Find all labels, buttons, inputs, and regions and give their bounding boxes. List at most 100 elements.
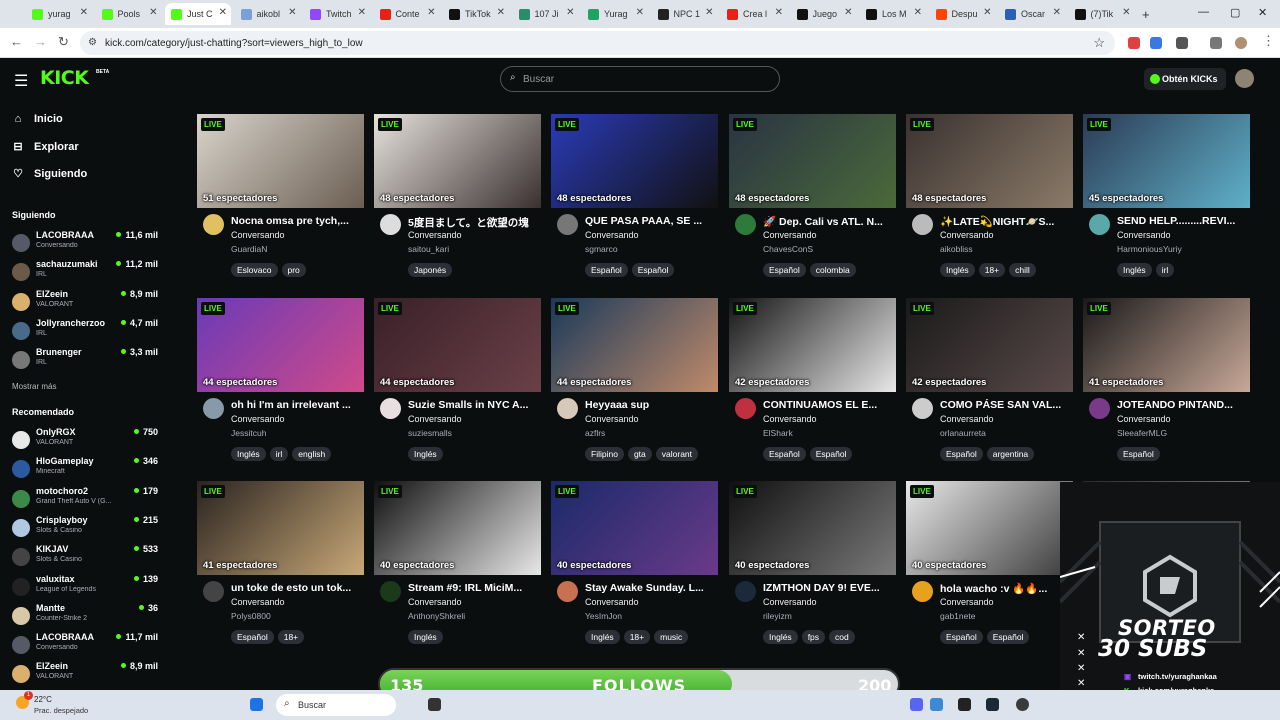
stream-category[interactable]: Conversando — [585, 597, 639, 607]
sidebar-channel[interactable]: ElZeein VALORANT 8,9 mil — [12, 289, 162, 317]
sidebar-channel[interactable]: KIKJAV Slots & Casino 533 — [12, 544, 162, 572]
stream-tag[interactable]: 18+ — [623, 630, 651, 644]
stream-category[interactable]: Conversando — [231, 597, 285, 607]
stream-card[interactable]: LIVE 44 espectadores Suzie Smalls in NYC A… — [374, 298, 541, 478]
streamer-avatar[interactable] — [557, 214, 578, 235]
sidebar-channel[interactable]: ElZeein VALORANT 8,9 mil — [12, 661, 162, 689]
close-tab-icon[interactable]: ✕ — [1053, 7, 1061, 18]
stream-tag[interactable]: Filipino — [585, 447, 624, 461]
stream-thumbnail[interactable]: LIVE 40 espectadores — [374, 481, 541, 575]
stream-title[interactable]: Nocna omsa pre tych,... — [231, 215, 364, 227]
sidebar-channel[interactable]: sachauzumaki IRL 11,2 mil — [12, 259, 162, 287]
stream-thumbnail[interactable]: LIVE 45 espectadores — [1083, 114, 1250, 208]
browser-tab[interactable]: Despu ✕ — [930, 3, 996, 25]
stream-tag[interactable]: irl — [1155, 263, 1175, 277]
close-tab-icon[interactable]: ✕ — [914, 7, 922, 18]
browser-tab[interactable]: TikTok ✕ — [443, 3, 509, 25]
streamer-avatar[interactable] — [203, 398, 224, 419]
maximize-icon[interactable]: ▢ — [1230, 6, 1240, 19]
streamer-avatar[interactable] — [912, 214, 933, 235]
stream-tag[interactable]: Español — [940, 630, 983, 644]
address-bar[interactable]: ⚙ kick.com/category/just-chatting?sort=v… — [80, 31, 1115, 55]
close-window-icon[interactable]: ✕ — [1258, 6, 1267, 19]
stream-thumbnail[interactable]: LIVE 41 espectadores — [1083, 298, 1250, 392]
stream-title[interactable]: 🚀 Dep. Cali vs ATL. N... — [763, 215, 896, 228]
stream-tag[interactable]: Inglés — [1117, 263, 1152, 277]
close-tab-icon[interactable]: ✕ — [288, 7, 296, 18]
stream-tag[interactable]: Japonés — [408, 263, 453, 277]
stream-tag[interactable]: gta — [627, 447, 652, 461]
stream-tag[interactable]: colombia — [809, 263, 856, 277]
streamer-name[interactable]: YesImJon — [585, 611, 622, 621]
sidebar-channel[interactable]: Jollyrancherzoo IRL 4,7 mil — [12, 318, 162, 346]
browser-tab[interactable]: yurag ✕ — [26, 3, 92, 25]
browser-tab[interactable]: aikobl ✕ — [235, 3, 301, 25]
stream-tag[interactable]: Español — [1117, 447, 1160, 461]
extension-icon[interactable] — [1128, 37, 1140, 49]
windows-start-icon[interactable] — [250, 698, 263, 711]
streamer-avatar[interactable] — [1089, 398, 1110, 419]
stream-card[interactable]: LIVE 51 espectadores Nocna omsa pre tych,.… — [197, 114, 364, 294]
sidebar-channel[interactable]: LACOBRAAA Conversando 11,6 mil — [12, 230, 162, 258]
close-tab-icon[interactable]: ✕ — [844, 7, 852, 18]
sidebar-nav-siguiendo[interactable]: ♡ Siguiendo — [12, 167, 87, 181]
stream-category[interactable]: Conversando — [763, 597, 817, 607]
sidebar-channel[interactable]: valuxitax League of Legends 139 — [12, 574, 162, 602]
streamer-name[interactable]: Jessitcuh — [231, 428, 266, 438]
stream-tag[interactable]: valorant — [655, 447, 699, 461]
stream-tag[interactable]: argentina — [986, 447, 1035, 461]
streamer-avatar[interactable] — [557, 398, 578, 419]
more-menu-icon[interactable]: ⋮ — [1262, 33, 1275, 49]
streamer-name[interactable]: HarmoniousYuriy — [1117, 244, 1182, 254]
app-icon[interactable] — [930, 698, 943, 711]
streamer-name[interactable]: ElShark — [763, 428, 793, 438]
user-avatar[interactable] — [1235, 69, 1254, 88]
stream-thumbnail[interactable]: LIVE 41 espectadores — [197, 481, 364, 575]
streamer-avatar[interactable] — [912, 581, 933, 602]
show-more-link[interactable]: Mostrar más — [12, 382, 56, 391]
browser-tab[interactable]: NPC 1 ✕ — [652, 3, 718, 25]
stream-category[interactable]: Conversando — [408, 414, 462, 424]
browser-tab[interactable]: Los M ✕ — [860, 3, 926, 25]
streamer-name[interactable]: Polys0800 — [231, 611, 271, 621]
stream-title[interactable]: Heyyaaa sup — [585, 399, 718, 411]
close-tab-icon[interactable]: ✕ — [80, 7, 88, 18]
browser-tab[interactable]: Yurag ✕ — [582, 3, 648, 25]
close-tab-icon[interactable]: ✕ — [149, 7, 157, 18]
stream-category[interactable]: Conversando — [585, 230, 639, 240]
stream-tag[interactable]: english — [292, 447, 332, 461]
stream-tag[interactable]: Inglés — [231, 447, 266, 461]
stream-thumbnail[interactable]: LIVE 40 espectadores — [906, 481, 1073, 575]
stream-category[interactable]: Conversando — [408, 230, 462, 240]
stream-title[interactable]: hola wacho :v 🔥🔥... — [940, 582, 1073, 595]
streamer-name[interactable]: GuardiaN — [231, 244, 267, 254]
stream-title[interactable]: IZMTHON DAY 9! EVE... — [763, 582, 896, 594]
back-icon[interactable]: ← — [10, 34, 23, 49]
stream-title[interactable]: 5度目まして。と欲望の塊 — [408, 215, 541, 230]
sidebar-channel[interactable]: Brunenger IRL 3,3 mil — [12, 347, 162, 375]
stream-tag[interactable]: fps — [801, 630, 826, 644]
stream-category[interactable]: Conversando — [231, 230, 285, 240]
streamer-name[interactable]: AnthonyShkreli — [408, 611, 465, 621]
sidebar-nav-inicio[interactable]: ⌂ Inicio — [12, 113, 63, 125]
stream-thumbnail[interactable]: LIVE 48 espectadores — [551, 114, 718, 208]
stream-tag[interactable]: Inglés — [585, 630, 620, 644]
translate-icon[interactable] — [1150, 37, 1162, 49]
stream-card[interactable]: LIVE 44 espectadores oh hi I'm an irreleva… — [197, 298, 364, 478]
stream-tag[interactable]: Eslovaco — [231, 263, 278, 277]
browser-tab[interactable]: Just C ✕ — [165, 3, 231, 25]
hamburger-menu-icon[interactable]: ☰ — [14, 71, 28, 91]
sidebar-channel[interactable]: motochoro2 Grand Theft Auto V (G... 179 — [12, 486, 162, 514]
streamer-name[interactable]: SleeaferMLG — [1117, 428, 1167, 438]
streamer-avatar[interactable] — [380, 398, 401, 419]
stream-thumbnail[interactable]: LIVE 42 espectadores — [906, 298, 1073, 392]
site-info-icon[interactable]: ⚙ — [88, 37, 97, 48]
reload-icon[interactable]: ↻ — [58, 34, 69, 50]
stream-category[interactable]: Conversando — [940, 597, 994, 607]
stream-tag[interactable]: Español — [940, 447, 983, 461]
stream-card[interactable]: LIVE 42 espectadores COMO PÁSE SAN VAL... C… — [906, 298, 1073, 478]
stream-title[interactable]: COMO PÁSE SAN VAL... — [940, 399, 1073, 411]
discord-icon[interactable] — [910, 698, 923, 711]
streamer-avatar[interactable] — [735, 581, 756, 602]
stream-tag[interactable]: Español — [763, 447, 806, 461]
